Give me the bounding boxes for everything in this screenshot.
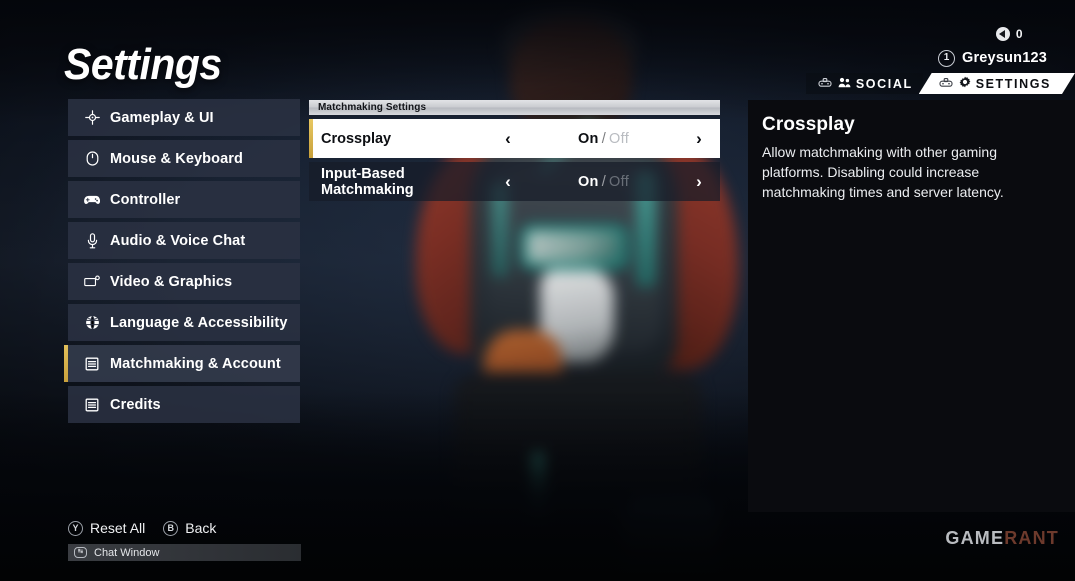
hud-top-right: 0 1 Greysun123 SOCIAL SETTINGS xyxy=(745,26,1075,94)
sidebar-item-label: Language & Accessibility xyxy=(110,314,288,331)
option-values: On / Off xyxy=(517,131,690,147)
sidebar-item-label: Gameplay & UI xyxy=(110,109,214,126)
chat-key-icon: ↹ xyxy=(74,547,87,558)
watermark-part-1: GAME xyxy=(945,528,1005,548)
button-prompts: Y Reset All B Back xyxy=(68,520,301,536)
list-icon xyxy=(84,356,100,372)
settings-options-panel: Matchmaking Settings Crossplay ‹ On / Off … xyxy=(309,100,720,201)
gamepad-icon xyxy=(84,192,100,208)
bottom-action-bar: Y Reset All B Back ↹ Chat Window xyxy=(68,520,301,561)
sidebar-item-language-accessibility[interactable]: Language & Accessibility xyxy=(68,304,300,341)
sidebar-item-label: Credits xyxy=(110,396,161,413)
button-prompt-icon xyxy=(818,78,833,90)
chat-window-label: Chat Window xyxy=(94,546,160,559)
option-prev-arrow[interactable]: ‹ xyxy=(499,173,517,190)
gamerant-watermark: GAMERANT xyxy=(945,528,1059,549)
settings-screen: Settings 0 1 Greysun123 SOCIAL SETTINGS … xyxy=(0,0,1075,581)
nav-tabs: SOCIAL SETTINGS xyxy=(745,73,1075,94)
option-label: Input-Based Matchmaking xyxy=(321,165,414,198)
tab-settings-label: SETTINGS xyxy=(975,76,1051,91)
sidebar-item-audio-voice-chat[interactable]: Audio & Voice Chat xyxy=(68,222,300,259)
player-name: Greysun123 xyxy=(961,50,1047,66)
sidebar-item-label: Controller xyxy=(110,191,181,208)
description-panel: Crossplay Allow matchmaking with other g… xyxy=(748,100,1075,512)
button-prompt-icon xyxy=(939,78,954,90)
sidebar-item-mouse-keyboard[interactable]: Mouse & Keyboard xyxy=(68,140,300,177)
prompt-label: Back xyxy=(185,520,217,536)
sidebar-item-credits[interactable]: Credits xyxy=(68,386,300,423)
chat-window-bar[interactable]: ↹ Chat Window xyxy=(68,544,301,561)
option-value-off[interactable]: Off xyxy=(609,174,629,190)
panel-header: Matchmaking Settings xyxy=(309,100,720,115)
tab-social[interactable]: SOCIAL xyxy=(805,73,923,94)
option-value-separator: / xyxy=(601,130,607,147)
option-label: Crossplay xyxy=(321,130,392,147)
option-prev-arrow[interactable]: ‹ xyxy=(499,130,517,147)
description-body: Allow matchmaking with other gaming plat… xyxy=(762,144,1004,200)
option-values: On / Off xyxy=(517,174,690,190)
option-next-arrow[interactable]: › xyxy=(690,173,708,190)
sidebar-item-label: Mouse & Keyboard xyxy=(110,150,243,167)
button-key-icon: B xyxy=(163,520,179,536)
button-key-icon: Y xyxy=(68,520,83,536)
monitor-icon xyxy=(84,274,100,290)
option-row-crossplay[interactable]: Crossplay ‹ On / Off › xyxy=(309,119,720,158)
description-title: Crossplay xyxy=(762,114,855,135)
prompt-reset-all[interactable]: Y Reset All xyxy=(68,520,145,536)
sidebar-item-gameplay-ui[interactable]: Gameplay & UI xyxy=(68,99,300,136)
tab-settings[interactable]: SETTINGS xyxy=(919,73,1075,94)
sidebar-item-controller[interactable]: Controller xyxy=(68,181,300,218)
option-value-off[interactable]: Off xyxy=(609,131,629,147)
player-display[interactable]: 1 Greysun123 xyxy=(745,48,1075,68)
sidebar-item-matchmaking-account[interactable]: Matchmaking & Account xyxy=(64,345,300,382)
list-icon xyxy=(84,397,100,413)
settings-category-sidebar: Gameplay & UI Mouse & Keyboard Controlle… xyxy=(64,99,300,427)
sidebar-item-label: Audio & Voice Chat xyxy=(110,232,246,249)
mouse-icon xyxy=(84,151,100,167)
prompt-label: Reset All xyxy=(90,520,146,536)
gear-icon xyxy=(959,76,971,91)
social-people-icon xyxy=(838,77,851,91)
option-row-input-based-matchmaking[interactable]: Input-Based Matchmaking ‹ On / Off › xyxy=(309,162,720,201)
option-value-separator: / xyxy=(601,173,607,190)
currency-display: 0 xyxy=(745,26,1075,42)
sidebar-item-video-graphics[interactable]: Video & Graphics xyxy=(68,263,300,300)
coin-icon xyxy=(995,27,1010,41)
globe-icon xyxy=(84,315,100,331)
option-next-arrow[interactable]: › xyxy=(690,130,708,147)
player-level-badge: 1 xyxy=(937,49,955,67)
option-value-on[interactable]: On xyxy=(578,174,599,190)
sidebar-item-label: Video & Graphics xyxy=(110,273,233,290)
currency-count: 0 xyxy=(1015,27,1023,41)
tab-social-label: SOCIAL xyxy=(855,76,913,91)
option-value-on[interactable]: On xyxy=(578,131,599,147)
crosshair-icon xyxy=(84,110,100,126)
prompt-back[interactable]: B Back xyxy=(163,520,216,536)
watermark-part-2: RANT xyxy=(1004,528,1059,548)
page-title: Settings xyxy=(64,40,222,89)
microphone-icon xyxy=(84,232,100,249)
sidebar-item-label: Matchmaking & Account xyxy=(110,355,281,372)
